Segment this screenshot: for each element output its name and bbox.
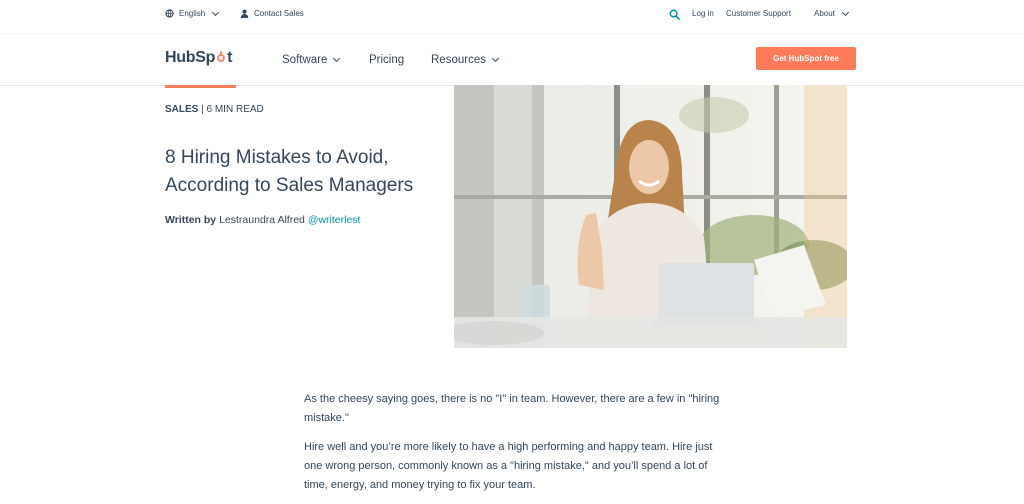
article-paragraph: As the cheesy saying goes, there is no "…	[304, 393, 720, 424]
nav-software[interactable]: Software	[282, 54, 341, 66]
accent-bar	[165, 85, 236, 88]
nav-pricing[interactable]: Pricing	[369, 54, 404, 66]
hubspot-logo[interactable]: HubSp t	[165, 49, 232, 67]
customer-support-link[interactable]: Customer Support	[726, 9, 791, 18]
meta-separator: |	[198, 104, 207, 115]
chevron-down-icon	[491, 54, 500, 63]
language-selector[interactable]: English	[165, 8, 220, 18]
article-paragraph: Hire well and you’re more likely to have…	[304, 441, 713, 491]
nav-resources-label: Resources	[431, 54, 486, 66]
read-time: 6 MIN READ	[206, 104, 264, 115]
search-icon	[669, 9, 680, 20]
chevron-down-icon	[841, 8, 849, 16]
login-link[interactable]: Log in	[692, 9, 714, 18]
nav-resources[interactable]: Resources	[431, 54, 500, 66]
about-label: About	[814, 9, 835, 18]
about-menu[interactable]: About	[814, 8, 849, 18]
globe-icon	[165, 9, 174, 18]
logo-text-suffix: t	[227, 49, 233, 66]
hero-illustration	[454, 85, 847, 348]
language-label: English	[179, 9, 206, 18]
contact-sales-label: Contact Sales	[254, 9, 304, 18]
nav-software-label: Software	[282, 54, 328, 66]
chevron-down-icon	[212, 8, 220, 16]
article-title: 8 Hiring Mistakes to Avoid, According to…	[165, 147, 414, 196]
hero-image	[454, 85, 847, 348]
author-handle[interactable]: @writerlest	[308, 214, 361, 226]
byline: Written by Lestraundra Alfred @writerles…	[165, 214, 360, 226]
chevron-down-icon	[333, 54, 341, 63]
utility-bar: English Contact Sales Log in Customer Su…	[0, 0, 1024, 33]
logo-text: HubSp	[165, 49, 216, 66]
author-name[interactable]: Lestraundra Alfred	[219, 214, 305, 226]
category-link[interactable]: SALES	[165, 104, 198, 115]
search-button[interactable]	[669, 9, 680, 20]
sprocket-icon	[217, 51, 225, 62]
written-by-label: Written by	[165, 214, 217, 226]
main-nav: HubSp t Software Pricing Resources Get H…	[0, 34, 1024, 86]
person-icon	[240, 9, 249, 18]
get-hubspot-free-button[interactable]: Get HubSpot free	[756, 47, 856, 70]
article-meta: SALES | 6 MIN READ	[165, 104, 264, 115]
contact-sales-link[interactable]: Contact Sales	[240, 9, 304, 18]
